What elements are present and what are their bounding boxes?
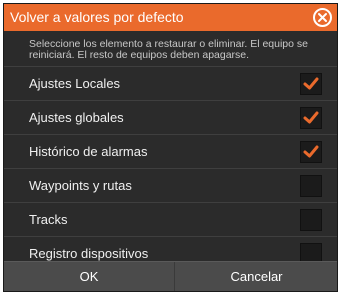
reset-option-row[interactable]: Waypoints y rutas [4, 168, 337, 202]
checkmark-icon [303, 77, 319, 90]
dialog-title: Volver a valores por defecto [10, 9, 184, 25]
reset-defaults-dialog: Volver a valores por defecto Seleccione … [3, 3, 338, 292]
reset-option-row[interactable]: Histórico de alarmas [4, 134, 337, 168]
close-button[interactable] [313, 8, 332, 27]
reset-option-row[interactable]: Tracks [4, 202, 337, 236]
reset-option-checkbox[interactable] [300, 175, 322, 197]
cancel-button[interactable]: Cancelar [174, 262, 337, 291]
close-icon [318, 13, 327, 22]
reset-option-label: Ajustes globales [29, 110, 124, 125]
reset-option-row[interactable]: Ajustes globales [4, 100, 337, 134]
reset-option-checkbox[interactable] [300, 73, 322, 95]
checkmark-icon [303, 145, 319, 158]
checkmark-icon [303, 111, 319, 124]
dialog-footer: OK Cancelar [4, 261, 337, 291]
reset-option-checkbox[interactable] [300, 141, 322, 163]
dialog-titlebar: Volver a valores por defecto [4, 4, 337, 31]
reset-option-label: Registro dispositivos [29, 246, 149, 261]
reset-option-checkbox[interactable] [300, 209, 322, 231]
reset-option-label: Waypoints y rutas [29, 178, 132, 193]
reset-option-label: Histórico de alarmas [29, 144, 148, 159]
reset-option-label: Tracks [29, 212, 68, 227]
ok-button[interactable]: OK [4, 262, 174, 291]
reset-option-checkbox[interactable] [300, 107, 322, 129]
reset-option-label: Ajustes Locales [29, 76, 121, 91]
dialog-instructions: Seleccione los elemento a restaurar o el… [29, 38, 308, 61]
reset-option-row[interactable]: Ajustes Locales [4, 66, 337, 100]
